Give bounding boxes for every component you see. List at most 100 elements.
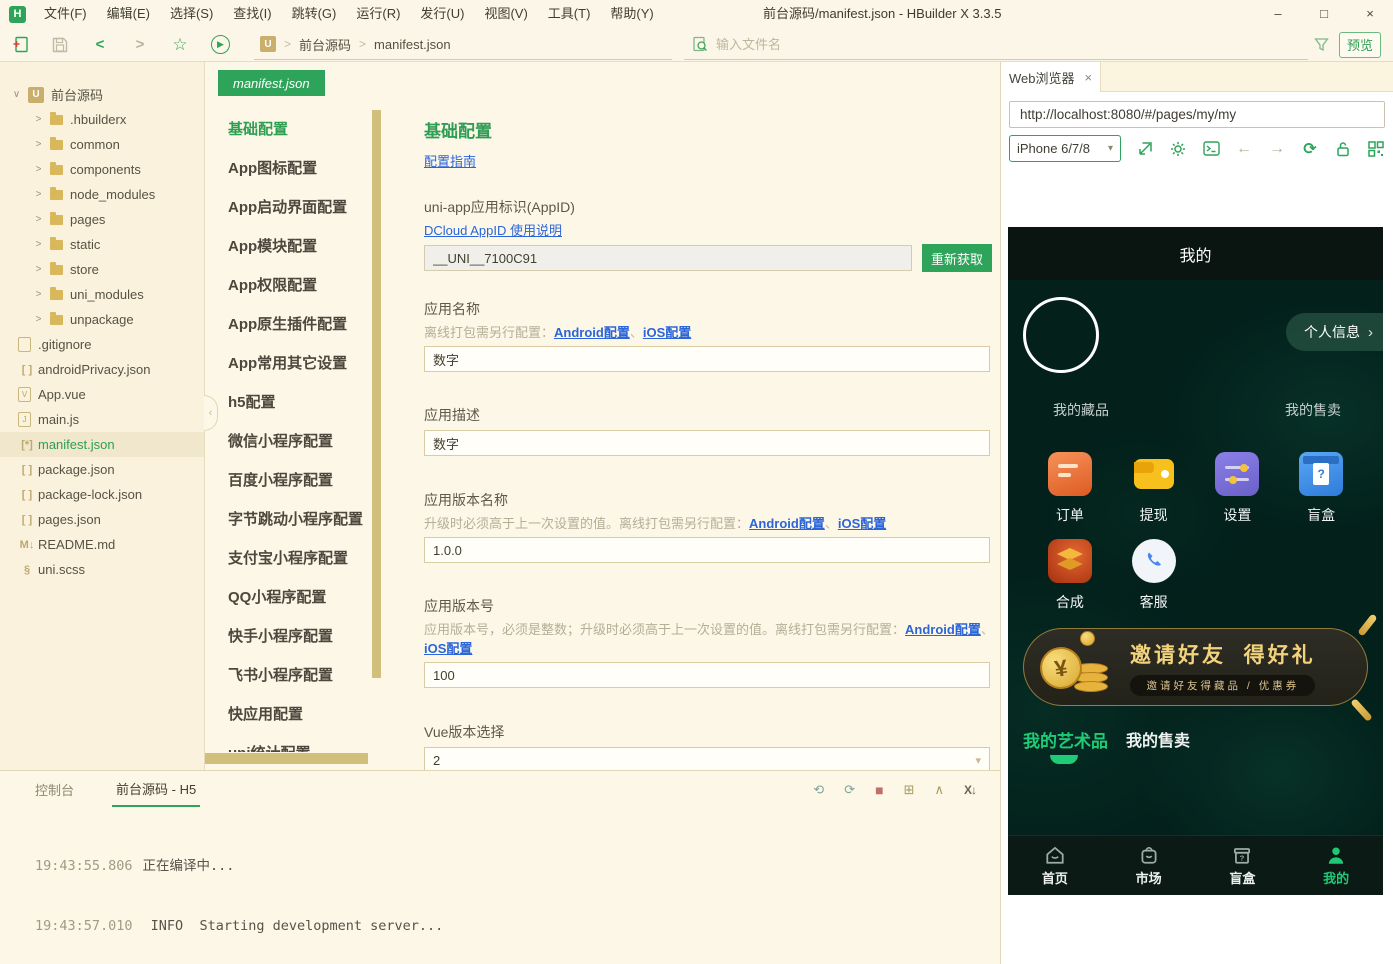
- regain-appid-button[interactable]: 重新获取: [922, 244, 992, 272]
- tree-file-pagesjson[interactable]: [ ]pages.json: [0, 507, 204, 532]
- section-h5[interactable]: h5配置: [205, 383, 371, 422]
- clear-console-icon[interactable]: ⟲: [813, 782, 824, 798]
- file-search-box[interactable]: [684, 30, 1308, 60]
- section-alipay-mp[interactable]: 支付宝小程序配置: [205, 539, 371, 578]
- tree-folder-node-modules[interactable]: >node_modules: [0, 182, 204, 207]
- tree-project-root[interactable]: ∨ U 前台源码: [0, 82, 204, 107]
- save-icon[interactable]: [40, 30, 80, 60]
- url-input[interactable]: [1012, 107, 1382, 122]
- editor-horizontal-scrollbar[interactable]: [205, 753, 368, 764]
- settings-gear-icon[interactable]: [1169, 140, 1187, 158]
- tab-my-artworks[interactable]: 我的艺术品: [1023, 727, 1108, 752]
- tree-file-androidprivacy[interactable]: [ ]androidPrivacy.json: [0, 357, 204, 382]
- menu-file[interactable]: 文件(F): [34, 0, 97, 28]
- new-terminal-icon[interactable]: ⊞: [904, 782, 915, 798]
- devtools-console-icon[interactable]: [1202, 140, 1220, 158]
- grid-item-settings[interactable]: 设置: [1215, 452, 1259, 525]
- ios-config-link[interactable]: iOS配置: [424, 641, 472, 656]
- version-code-input[interactable]: [424, 662, 990, 688]
- tab-h5-run[interactable]: 前台源码 - H5: [112, 772, 200, 807]
- avatar[interactable]: [1023, 297, 1099, 373]
- app-desc-input[interactable]: [424, 430, 990, 456]
- section-nav-scrollbar[interactable]: [372, 110, 381, 678]
- section-quickapp[interactable]: 快应用配置: [205, 695, 371, 734]
- run-icon[interactable]: ▶: [200, 30, 240, 60]
- menu-select[interactable]: 选择(S): [160, 0, 223, 28]
- grid-item-orders[interactable]: 订单: [1048, 452, 1092, 525]
- menu-edit[interactable]: 编辑(E): [97, 0, 160, 28]
- section-kuaishou-mp[interactable]: 快手小程序配置: [205, 617, 371, 656]
- android-config-link[interactable]: Android配置: [554, 325, 630, 340]
- app-name-input[interactable]: [424, 346, 990, 372]
- nav-home[interactable]: 首页: [1008, 836, 1102, 895]
- filter-funnel-icon[interactable]: [1314, 37, 1329, 52]
- nav-market[interactable]: 市场: [1102, 836, 1196, 895]
- browser-url-bar[interactable]: [1009, 101, 1385, 128]
- section-baidu-mp[interactable]: 百度小程序配置: [205, 461, 371, 500]
- new-file-icon[interactable]: [0, 30, 40, 60]
- ios-config-link[interactable]: iOS配置: [643, 325, 691, 340]
- tree-file-manifest[interactable]: [*]manifest.json: [0, 432, 204, 457]
- section-app-other[interactable]: App常用其它设置: [205, 344, 371, 383]
- chevron-collapsed-icon[interactable]: >: [32, 264, 45, 275]
- close-tab-icon[interactable]: ×: [1084, 70, 1092, 85]
- section-feishu-mp[interactable]: 飞书小程序配置: [205, 656, 371, 695]
- menu-tools[interactable]: 工具(T): [538, 0, 601, 28]
- menu-help[interactable]: 帮助(Y): [600, 0, 663, 28]
- tree-file-uniscss[interactable]: §uni.scss: [0, 557, 204, 582]
- tree-file-package[interactable]: [ ]package.json: [0, 457, 204, 482]
- menu-run[interactable]: 运行(R): [346, 0, 410, 28]
- open-external-browser-icon[interactable]: [1136, 140, 1154, 158]
- section-app-icon[interactable]: App图标配置: [205, 149, 371, 188]
- menu-goto[interactable]: 跳转(G): [282, 0, 347, 28]
- chevron-collapsed-icon[interactable]: >: [32, 239, 45, 250]
- nav-blindbox[interactable]: ? 盲盒: [1196, 836, 1290, 895]
- menu-view[interactable]: 视图(V): [474, 0, 537, 28]
- tree-file-packagelock[interactable]: [ ]package-lock.json: [0, 482, 204, 507]
- breadcrumb-project[interactable]: 前台源码: [299, 35, 351, 54]
- invite-banner[interactable]: ¥ 邀请好友 得好礼 邀请好友得藏品 / 优惠券: [1023, 628, 1368, 706]
- minimize-button[interactable]: –: [1255, 0, 1301, 28]
- grid-item-blindbox[interactable]: ? 盲盒: [1299, 452, 1343, 525]
- back-icon[interactable]: <: [80, 30, 120, 60]
- tree-file-mainjs[interactable]: Jmain.js: [0, 407, 204, 432]
- stop-icon[interactable]: ■: [875, 782, 883, 798]
- android-config-link[interactable]: Android配置: [905, 622, 981, 637]
- browser-forward-icon[interactable]: →: [1268, 140, 1286, 158]
- file-search-input[interactable]: [716, 37, 1300, 52]
- grid-item-withdraw[interactable]: 提现: [1132, 452, 1176, 525]
- favorite-star-icon[interactable]: ☆: [160, 30, 200, 60]
- chevron-collapsed-icon[interactable]: >: [32, 314, 45, 325]
- section-app-native-plugins[interactable]: App原生插件配置: [205, 305, 371, 344]
- forward-icon[interactable]: >: [120, 30, 160, 60]
- tab-web-browser[interactable]: Web浏览器 ×: [1001, 62, 1101, 92]
- section-bytedance-mp[interactable]: 字节跳动小程序配置: [205, 500, 371, 539]
- tree-folder-store[interactable]: >store: [0, 257, 204, 282]
- browser-back-icon[interactable]: ←: [1235, 140, 1253, 158]
- section-weixin-mp[interactable]: 微信小程序配置: [205, 422, 371, 461]
- chevron-collapsed-icon[interactable]: >: [32, 289, 45, 300]
- tree-folder-common[interactable]: >common: [0, 132, 204, 157]
- restart-icon[interactable]: ⟳: [844, 782, 855, 798]
- menu-publish[interactable]: 发行(U): [410, 0, 474, 28]
- appid-doc-link[interactable]: DCloud AppID 使用说明: [424, 223, 562, 238]
- profile-info-button[interactable]: 个人信息 ›: [1286, 313, 1383, 351]
- collapse-panel-icon[interactable]: ∧: [934, 782, 944, 798]
- close-console-icon[interactable]: X↓: [964, 783, 976, 797]
- breadcrumb-file[interactable]: manifest.json: [374, 37, 451, 52]
- editor-tab-manifest[interactable]: manifest.json: [218, 70, 325, 96]
- preview-button[interactable]: 预览: [1339, 32, 1381, 58]
- chevron-collapsed-icon[interactable]: >: [32, 114, 45, 125]
- chevron-expanded-icon[interactable]: ∨: [10, 89, 23, 100]
- tab-console[interactable]: 控制台: [35, 780, 74, 799]
- tree-folder-unpackage[interactable]: >unpackage: [0, 307, 204, 332]
- grid-item-merge[interactable]: 合成: [1048, 539, 1092, 612]
- stat-my-sales[interactable]: 我的售卖: [1258, 400, 1368, 420]
- tree-file-appvue[interactable]: VApp.vue: [0, 382, 204, 407]
- section-app-splash[interactable]: App启动界面配置: [205, 188, 371, 227]
- config-guide-link[interactable]: 配置指南: [424, 151, 476, 170]
- tree-folder-hbuilderx[interactable]: >.hbuilderx: [0, 107, 204, 132]
- chevron-collapsed-icon[interactable]: >: [32, 139, 45, 150]
- maximize-button[interactable]: □: [1301, 0, 1347, 28]
- menu-find[interactable]: 查找(I): [223, 0, 281, 28]
